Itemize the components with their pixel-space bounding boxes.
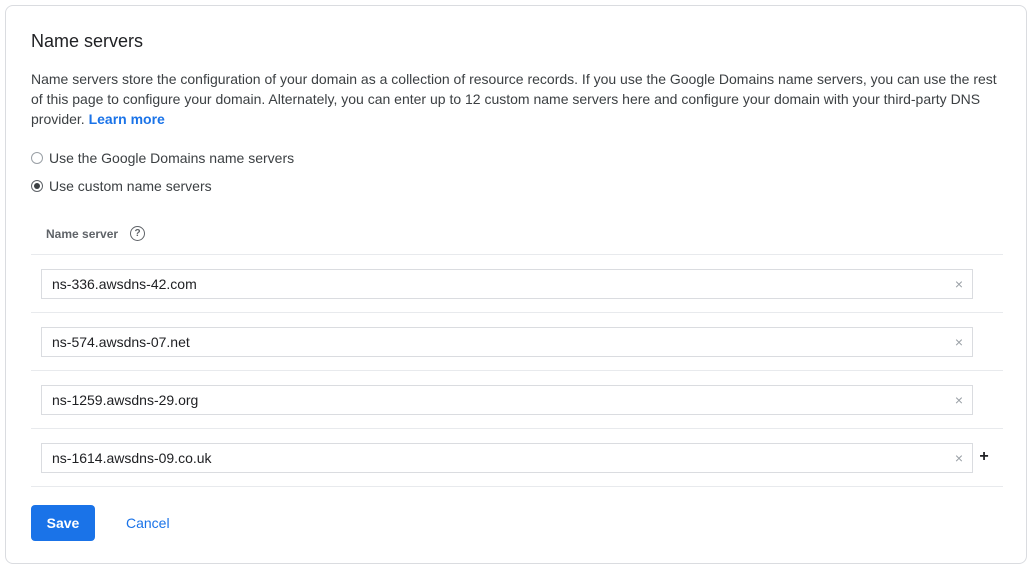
section-title: Name servers (31, 31, 144, 51)
google-name-servers-option[interactable]: Use the Google Domains name servers (31, 150, 294, 166)
name-server-row: × + (31, 429, 1003, 487)
name-server-header: Name server ? (31, 213, 1003, 255)
save-button[interactable]: Save (31, 505, 95, 541)
section-description: Name servers store the configuration of … (31, 69, 1006, 129)
name-server-row: × (31, 371, 1003, 429)
name-server-field-1: × (41, 269, 973, 299)
name-server-input-2[interactable] (42, 328, 942, 356)
name-server-column-header: Name server (46, 226, 119, 241)
name-server-field-2: × (41, 327, 973, 357)
custom-name-servers-option[interactable]: Use custom name servers (31, 178, 212, 194)
cancel-button[interactable]: Cancel (116, 505, 180, 541)
clear-icon[interactable]: × (952, 392, 966, 408)
name-server-row: × (31, 313, 1003, 371)
name-servers-card: Name servers Name servers store the conf… (5, 5, 1027, 564)
learn-more-link[interactable]: Learn more (89, 111, 165, 127)
clear-icon[interactable]: × (952, 450, 966, 466)
name-server-input-3[interactable] (42, 386, 942, 414)
clear-icon[interactable]: × (952, 276, 966, 292)
name-server-input-4[interactable] (42, 444, 942, 472)
custom-name-servers-radio[interactable] (31, 180, 43, 192)
name-server-field-4: × (41, 443, 973, 473)
add-name-server-icon[interactable]: + (978, 449, 990, 465)
google-name-servers-radio[interactable] (31, 152, 43, 164)
help-icon[interactable]: ? (130, 226, 146, 241)
google-name-servers-label: Use the Google Domains name servers (49, 150, 295, 166)
custom-name-servers-label: Use custom name servers (49, 178, 212, 194)
name-server-row: × (31, 255, 1003, 313)
name-server-table: Name server ? × × × × (31, 213, 1003, 487)
description-text: Name servers store the configuration of … (31, 71, 997, 127)
name-server-input-1[interactable] (42, 270, 942, 298)
clear-icon[interactable]: × (952, 334, 966, 350)
name-server-field-3: × (41, 385, 973, 415)
